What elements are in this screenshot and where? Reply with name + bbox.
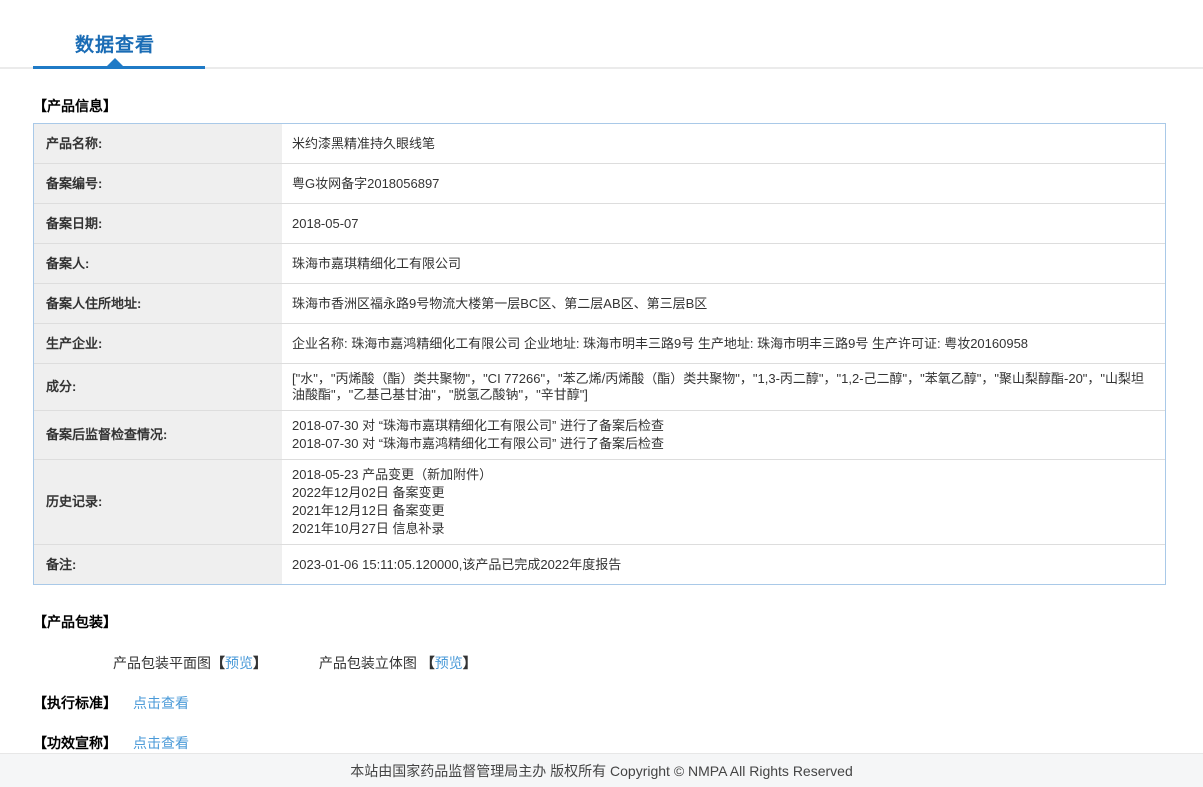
product-info-section-title: 【产品信息】 xyxy=(33,98,117,114)
standards-section-title: 【执行标准】 xyxy=(33,695,117,711)
row-value: 珠海市嘉琪精细化工有限公司 xyxy=(292,255,462,271)
packaging-section-title: 【产品包装】 xyxy=(33,614,117,630)
row-value: 2018-05-23 产品变更（新加附件） 2022年12月02日 备案变更 202… xyxy=(292,467,493,536)
row-label: 备案后监督检查情况: xyxy=(34,411,284,459)
row-label: 产品名称: xyxy=(34,124,284,163)
row-label: 备案编号: xyxy=(34,164,284,203)
row-label: 备案人: xyxy=(34,244,284,283)
page-footer: 本站由国家药品监督管理局主办 版权所有 Copyright © NMPA All… xyxy=(0,753,1203,787)
efficacy-section: 【功效宣称】 点击查看 xyxy=(33,733,1166,753)
row-value: 2018-07-30 对 “珠海市嘉琪精细化工有限公司” 进行了备案后检查 201… xyxy=(292,418,664,451)
row-value: ["水"，"丙烯酸（酯）类共聚物"，"CI 77266"，"苯乙烯/丙烯酸（酯）… xyxy=(292,371,1145,402)
table-row: 备案后监督检查情况: 2018-07-30 对 “珠海市嘉琪精细化工有限公司” 进… xyxy=(34,411,1165,460)
row-label: 成分: xyxy=(34,364,284,410)
row-value: 2018-05-07 xyxy=(292,215,359,231)
packaging-3d-label: 产品包装立体图 xyxy=(318,655,421,671)
footer-copyright-text: 本站由国家药品监督管理局主办 版权所有 Copyright © NMPA All… xyxy=(350,762,853,779)
packaging-flat-preview-link[interactable]: 预览 xyxy=(225,655,253,671)
row-label: 生产企业: xyxy=(34,324,284,363)
active-tab-underline xyxy=(33,66,205,69)
standards-view-link[interactable]: 点击查看 xyxy=(133,693,189,713)
bracket-open: 【 xyxy=(420,655,435,671)
tab-bar: 数据查看 xyxy=(0,0,1203,69)
row-value: 2023-01-06 15:11:05.120000,该产品已完成2022年度报… xyxy=(292,556,622,572)
packaging-3d-preview-link[interactable]: 预览 xyxy=(435,655,463,671)
main-content: 【产品信息】 产品名称: 米约漆黑精准持久眼线笔 备案编号: 粤G妆网备字201805… xyxy=(0,69,1203,753)
packaging-flat-label: 产品包装平面图 xyxy=(113,655,211,671)
row-value: 米约漆黑精准持久眼线笔 xyxy=(292,135,436,151)
table-row: 生产企业: 企业名称: 珠海市嘉鸿精细化工有限公司 企业地址: 珠海市明丰三路9号… xyxy=(34,324,1165,364)
standards-section: 【执行标准】 点击查看 xyxy=(33,693,1166,713)
efficacy-view-link[interactable]: 点击查看 xyxy=(133,733,189,753)
table-row: 备案人: 珠海市嘉琪精细化工有限公司 xyxy=(34,244,1165,284)
bracket-open: 【 xyxy=(211,655,225,671)
row-value: 珠海市香洲区福永路9号物流大楼第一层BC区、第二层AB区、第三层B区 xyxy=(292,295,708,311)
row-label: 历史记录: xyxy=(34,460,284,544)
product-info-table: 产品名称: 米约漆黑精准持久眼线笔 备案编号: 粤G妆网备字2018056897 备案日… xyxy=(33,123,1166,585)
table-row: 备注: 2023-01-06 15:11:05.120000,该产品已完成2022… xyxy=(34,545,1165,584)
packaging-item-flat: 产品包装平面图【预览】 xyxy=(113,653,267,673)
active-tab-arrow-icon xyxy=(107,58,123,66)
row-label: 备案人住所地址: xyxy=(34,284,284,323)
table-row: 产品名称: 米约漆黑精准持久眼线笔 xyxy=(34,124,1165,164)
table-row: 备案人住所地址: 珠海市香洲区福永路9号物流大楼第一层BC区、第二层AB区、第三层… xyxy=(34,284,1165,324)
table-row: 历史记录: 2018-05-23 产品变更（新加附件） 2022年12月02日 备案… xyxy=(34,460,1165,545)
packaging-item-3d: 产品包装立体图 【预览】 xyxy=(319,653,477,673)
bracket-close: 】 xyxy=(253,655,267,671)
row-value: 粤G妆网备字2018056897 xyxy=(292,175,440,191)
tab-data-view[interactable]: 数据查看 xyxy=(75,30,155,57)
table-row: 备案编号: 粤G妆网备字2018056897 xyxy=(34,164,1165,204)
row-value: 企业名称: 珠海市嘉鸿精细化工有限公司 企业地址: 珠海市明丰三路9号 生产地址… xyxy=(292,335,1029,351)
bracket-close: 】 xyxy=(462,655,477,671)
table-row: 备案日期: 2018-05-07 xyxy=(34,204,1165,244)
packaging-row: 产品包装平面图【预览】 产品包装立体图 【预览】 xyxy=(113,653,1166,673)
row-label: 备注: xyxy=(34,545,284,584)
row-label: 备案日期: xyxy=(34,204,284,243)
table-row: 成分: ["水"，"丙烯酸（酯）类共聚物"，"CI 77266"，"苯乙烯/丙烯酸… xyxy=(34,364,1165,411)
efficacy-section-title: 【功效宣称】 xyxy=(33,735,117,751)
